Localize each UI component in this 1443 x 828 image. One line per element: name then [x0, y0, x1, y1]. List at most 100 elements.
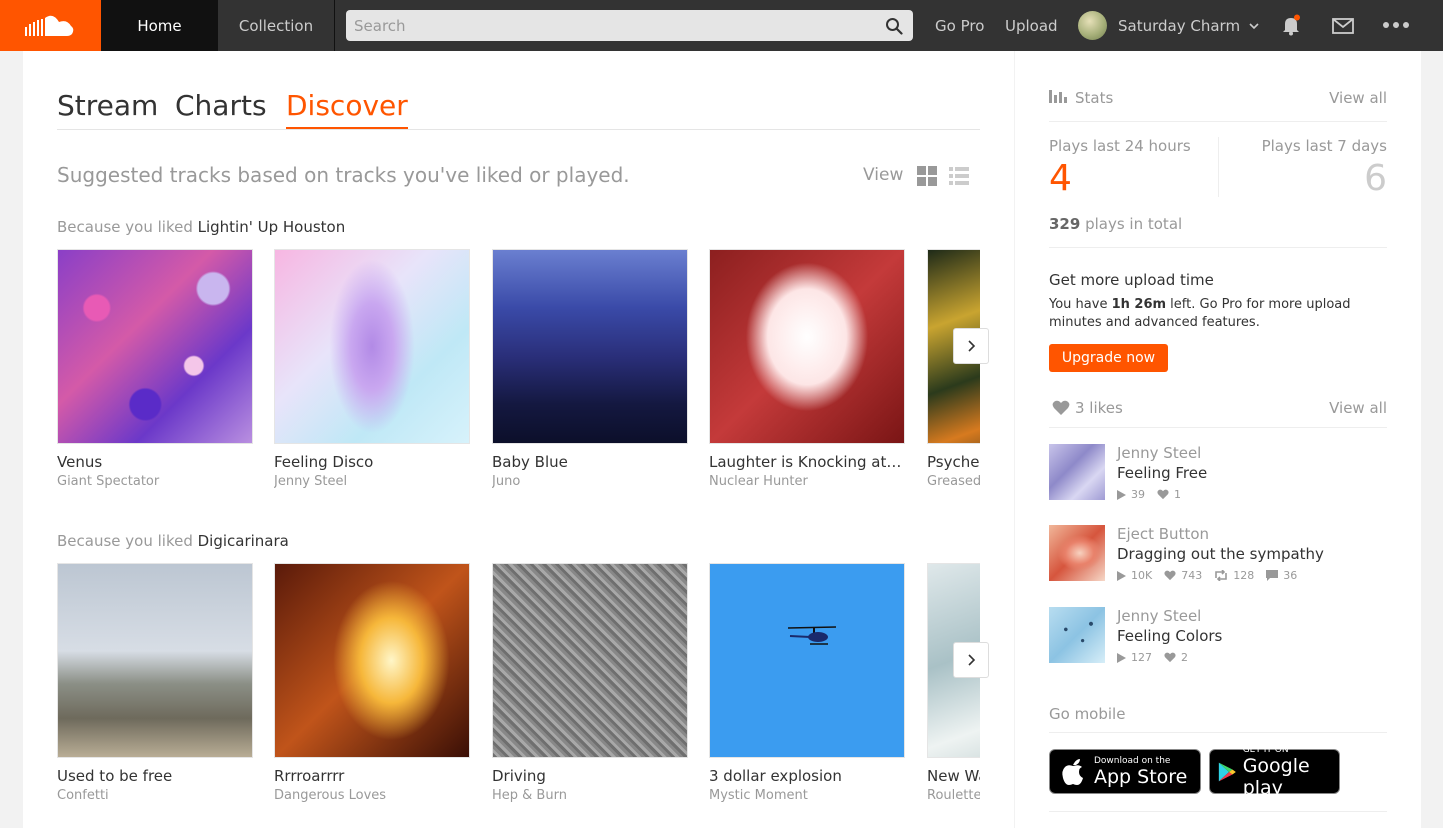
list-item[interactable]: Eject Button Dragging out the sympathy 1… [1049, 525, 1387, 585]
track-artist[interactable]: Nuclear Hunter [709, 474, 905, 489]
like-title[interactable]: Dragging out the sympathy [1117, 545, 1324, 563]
nav-collection[interactable]: Collection [218, 0, 335, 51]
user-menu[interactable]: Saturday Charm [1078, 0, 1259, 51]
grid-view-icon[interactable] [916, 165, 938, 187]
like-artist[interactable]: Eject Button [1117, 525, 1209, 543]
track-artist[interactable]: Mystic Moment [709, 788, 905, 803]
like-count: 1 [1174, 488, 1181, 501]
stats-divider [1218, 137, 1219, 197]
tab-discover[interactable]: Discover [286, 89, 408, 129]
more-dots-icon[interactable] [1382, 14, 1410, 36]
track-artwork[interactable] [57, 563, 253, 758]
track-artist[interactable]: Dangerous Loves [274, 788, 470, 803]
track-title[interactable]: Laughter is Knocking at M... [709, 453, 905, 471]
repost-icon [1215, 570, 1228, 581]
track-title[interactable]: Driving [492, 767, 688, 785]
track-card[interactable]: New Wa Roulette [927, 563, 980, 803]
divider [1049, 732, 1387, 733]
track-artwork[interactable] [709, 563, 905, 758]
heart-icon [1052, 400, 1070, 415]
avatar [1078, 11, 1107, 40]
go-pro-link[interactable]: Go Pro [935, 0, 984, 51]
like-title[interactable]: Feeling Colors [1117, 627, 1222, 645]
page-subtitle: Suggested tracks based on tracks you've … [57, 163, 630, 187]
soundcloud-logo-icon[interactable] [0, 0, 101, 51]
track-artwork[interactable] [1049, 444, 1105, 500]
track-card[interactable]: Used to be free Confetti [57, 563, 253, 803]
like-stats: 39 1 [1117, 488, 1193, 501]
track-title[interactable]: Feeling Disco [274, 453, 470, 471]
comment-icon [1266, 570, 1279, 581]
go-mobile-header: Go mobile [1049, 705, 1387, 725]
track-artist[interactable]: Juno [492, 474, 688, 489]
list-item[interactable]: Jenny Steel Feeling Free 39 1 [1049, 444, 1387, 504]
track-artwork[interactable] [1049, 607, 1105, 663]
section-prefix: Because you liked [57, 532, 193, 550]
track-title[interactable]: New Wa [927, 767, 980, 785]
track-title[interactable]: Baby Blue [492, 453, 688, 471]
search-icon[interactable] [885, 17, 903, 35]
track-card[interactable]: Baby Blue Juno [492, 249, 688, 489]
track-artwork[interactable] [709, 249, 905, 444]
section-prefix: Because you liked [57, 218, 193, 236]
right-sidebar: Stats View all Plays last 24 hours 4 Pla… [1015, 51, 1421, 828]
track-artwork[interactable] [274, 563, 470, 758]
stats-title: Stats [1075, 89, 1114, 107]
track-title[interactable]: Used to be free [57, 767, 253, 785]
app-store-badge[interactable]: Download on the App Store [1049, 749, 1201, 794]
track-card[interactable]: Feeling Disco Jenny Steel [274, 249, 470, 489]
track-artist[interactable]: Giant Spectator [57, 474, 253, 489]
heart-icon [1157, 489, 1169, 500]
chevron-down-icon [1249, 22, 1259, 29]
plays-7d-label: Plays last 7 days [1261, 137, 1387, 155]
play-icon [1117, 489, 1126, 500]
upsell-text: You have 1h 26m left. Go Pro for more up… [1049, 296, 1369, 332]
upload-link[interactable]: Upload [1005, 0, 1058, 51]
carousel-next-button[interactable] [953, 328, 989, 364]
track-card[interactable]: Psyched Greased [927, 249, 980, 489]
google-play-badge[interactable]: GET IT ON Google play [1209, 745, 1340, 799]
likes-view-all-link[interactable]: View all [1329, 399, 1387, 417]
messages-envelope-icon[interactable] [1332, 15, 1354, 37]
track-artist[interactable]: Confetti [57, 788, 253, 803]
carousel-next-button[interactable] [953, 642, 989, 678]
list-item[interactable]: Jenny Steel Feeling Colors 127 2 [1049, 607, 1387, 667]
track-card[interactable]: 3 dollar explosion Mystic Moment [709, 563, 905, 803]
total-plays-suffix: plays in total [1085, 215, 1183, 233]
like-artist[interactable]: Jenny Steel [1117, 444, 1201, 462]
section-liked-track[interactable]: Digicarinara [198, 532, 289, 550]
track-artwork[interactable] [57, 249, 253, 444]
track-artwork[interactable] [274, 249, 470, 444]
track-artwork[interactable] [492, 249, 688, 444]
tab-stream[interactable]: Stream [57, 89, 158, 129]
track-title[interactable]: Venus [57, 453, 253, 471]
track-artist[interactable]: Jenny Steel [274, 474, 470, 489]
track-title[interactable]: 3 dollar explosion [709, 767, 905, 785]
track-title[interactable]: Psyched [927, 453, 980, 471]
like-stats: 127 2 [1117, 651, 1200, 664]
notifications-bell-icon[interactable] [1280, 14, 1302, 36]
list-view-icon[interactable] [948, 165, 970, 187]
likes-title: 3 likes [1075, 399, 1123, 417]
track-artwork[interactable] [492, 563, 688, 758]
google-play-big-text: Google play [1242, 754, 1310, 799]
search-input[interactable] [346, 10, 913, 41]
section-liked-track[interactable]: Lightin' Up Houston [198, 218, 346, 236]
like-title[interactable]: Feeling Free [1117, 464, 1207, 482]
divider [1049, 247, 1387, 248]
track-card[interactable]: Laughter is Knocking at M... Nuclear Hun… [709, 249, 905, 489]
track-artist[interactable]: Roulette [927, 788, 980, 803]
upgrade-now-button[interactable]: Upgrade now [1049, 344, 1168, 372]
track-artist[interactable]: Hep & Burn [492, 788, 688, 803]
tab-charts[interactable]: Charts [175, 89, 267, 129]
track-card[interactable]: Driving Hep & Burn [492, 563, 688, 803]
track-artwork[interactable] [1049, 525, 1105, 581]
stats-view-all-link[interactable]: View all [1329, 89, 1387, 107]
divider [1049, 427, 1387, 428]
track-card[interactable]: Rrrroarrrr Dangerous Loves [274, 563, 470, 803]
track-artist[interactable]: Greased [927, 474, 980, 489]
like-artist[interactable]: Jenny Steel [1117, 607, 1201, 625]
nav-home[interactable]: Home [101, 0, 218, 51]
track-title[interactable]: Rrrroarrrr [274, 767, 470, 785]
track-card[interactable]: Venus Giant Spectator [57, 249, 253, 489]
